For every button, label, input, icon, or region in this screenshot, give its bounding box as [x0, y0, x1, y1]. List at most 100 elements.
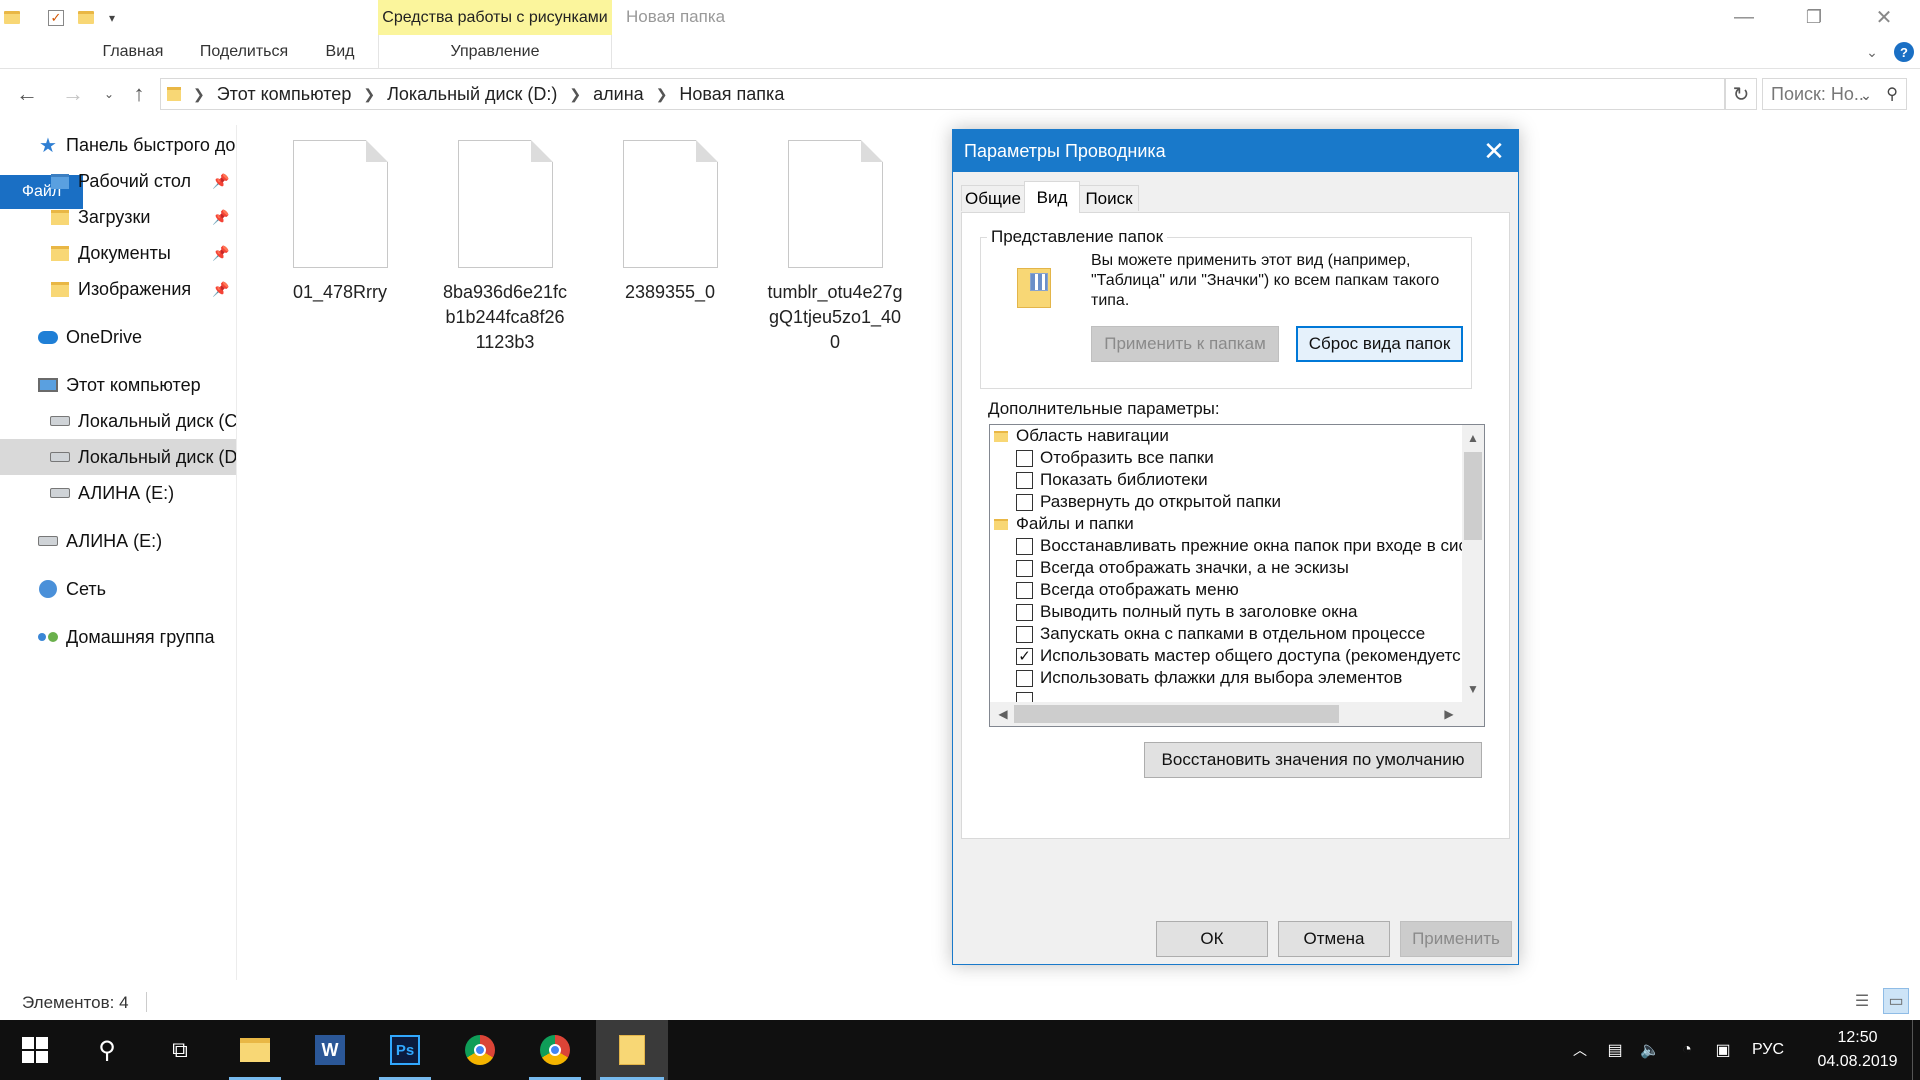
breadcrumb-drive-d[interactable]: Локальный диск (D:) [387, 84, 557, 105]
checkbox[interactable] [1016, 559, 1033, 577]
reset-folders-button[interactable]: Сброс вида папок [1296, 326, 1463, 362]
tab-manage[interactable]: Управление [378, 35, 612, 69]
refresh-button[interactable]: ↻ [1725, 78, 1757, 110]
checkbox-checked[interactable]: ✓ [1016, 647, 1033, 665]
chrome-icon[interactable] [525, 1020, 585, 1080]
restore-defaults-button[interactable]: Восстановить значения по умолчанию [1144, 742, 1482, 778]
nav-documents[interactable]: Документы 📌 [0, 235, 236, 271]
chevron-right-icon[interactable]: ❯ [193, 86, 205, 103]
setting-row[interactable]: Показать библиотеки [1016, 469, 1208, 491]
scroll-left-icon[interactable]: ◀ [992, 703, 1014, 725]
nav-desktop[interactable]: Рабочий стол 📌 [0, 163, 236, 199]
nav-onedrive[interactable]: OneDrive [0, 319, 236, 355]
nav-usb-drive[interactable]: АЛИНА (E:) [0, 475, 236, 511]
setting-row[interactable]: Отобразить все папки [1016, 447, 1214, 469]
setting-row[interactable]: Всегда отображать меню [1016, 579, 1239, 601]
cancel-button[interactable]: Отмена [1278, 921, 1390, 957]
chrome-icon[interactable] [450, 1020, 510, 1080]
advanced-settings-list[interactable]: Область навигации Отобразить все папки П… [989, 424, 1485, 727]
nav-quick-access[interactable]: ★ Панель быстрого до [0, 127, 236, 163]
scroll-thumb[interactable] [1464, 452, 1482, 540]
checkbox[interactable] [1016, 449, 1033, 467]
scroll-thumb[interactable] [1014, 705, 1339, 723]
nav-pictures[interactable]: Изображения 📌 [0, 271, 236, 307]
tab-share[interactable]: Поделиться [190, 35, 298, 69]
back-icon[interactable]: ← [14, 77, 40, 111]
scroll-up-icon[interactable]: ▲ [1462, 427, 1484, 449]
nav-this-pc[interactable]: Этот компьютер [0, 367, 236, 403]
new-folder-icon[interactable] [76, 8, 96, 28]
task-view-icon[interactable]: ⧉ [150, 1020, 210, 1080]
word-icon[interactable]: W [300, 1020, 360, 1080]
pin-icon[interactable]: 📌 [212, 209, 229, 226]
wifi-icon[interactable]: ◔ [1672, 1020, 1702, 1080]
pin-icon[interactable]: 📌 [212, 245, 229, 262]
file-item[interactable]: tumblr_otu4e27ggQ1tjeu5zo1_400 [760, 140, 910, 355]
setting-row[interactable]: ✓ Использовать мастер общего доступа (ре… [1016, 645, 1465, 667]
chevron-right-icon[interactable]: ❯ [569, 86, 581, 103]
customize-toolbar-icon[interactable]: ▾ [102, 8, 122, 28]
apply-to-folders-button[interactable]: Применить к папкам [1091, 326, 1279, 362]
minimize-button[interactable]: — [1709, 0, 1779, 35]
scroll-down-icon[interactable]: ▼ [1462, 678, 1484, 700]
breadcrumb-new-folder[interactable]: Новая папка [679, 84, 784, 105]
chevron-up-icon[interactable]: ︿ [1567, 1020, 1593, 1080]
large-icons-view-icon[interactable]: ▭ [1883, 988, 1909, 1014]
scroll-right-icon[interactable]: ▶ [1438, 703, 1460, 725]
show-desktop-button[interactable] [1912, 1020, 1913, 1080]
nav-drive-c[interactable]: Локальный диск (C: [0, 403, 236, 439]
nav-downloads[interactable]: Загрузки 📌 [0, 199, 236, 235]
nav-drive-d[interactable]: Локальный диск (D [0, 439, 236, 475]
nav-homegroup[interactable]: Домашняя группа [0, 619, 236, 655]
tab-general[interactable]: Общие [961, 185, 1025, 211]
search-input[interactable]: Поиск: Но... ⚲ [1762, 78, 1907, 110]
notification-icon[interactable]: ▣ [1708, 1020, 1738, 1080]
collapse-ribbon-icon[interactable]: ⌄ [1860, 35, 1884, 69]
checkbox[interactable] [1016, 471, 1033, 489]
recent-locations-icon[interactable]: ⌄ [96, 77, 122, 111]
file-item[interactable]: 8ba936d6e21fcb1b244fca8f261123b3 [430, 140, 580, 355]
nav-usb-drive-root[interactable]: АЛИНА (E:) [0, 523, 236, 559]
vertical-scrollbar[interactable]: ▲ ▼ [1462, 425, 1484, 702]
pin-icon[interactable]: 📌 [212, 281, 229, 298]
active-folder-options-app[interactable] [596, 1020, 668, 1080]
apply-button[interactable]: Применить [1400, 921, 1512, 957]
close-button[interactable]: ✕ [1849, 0, 1919, 35]
ok-button[interactable]: ОК [1156, 921, 1268, 957]
help-icon[interactable]: ? [1893, 35, 1915, 69]
tab-home[interactable]: Главная [90, 35, 176, 69]
details-view-icon[interactable]: ☰ [1849, 988, 1875, 1014]
properties-icon[interactable]: ✓ [46, 8, 66, 28]
forward-icon[interactable]: → [60, 77, 86, 111]
nav-network[interactable]: Сеть [0, 571, 236, 607]
setting-row[interactable]: Развернуть до открытой папки [1016, 491, 1281, 513]
battery-icon[interactable]: ▤ [1600, 1020, 1630, 1080]
chevron-right-icon[interactable]: ❯ [363, 86, 375, 103]
up-icon[interactable]: ↑ [126, 77, 152, 111]
pin-icon[interactable]: 📌 [212, 173, 229, 190]
checkbox[interactable] [1016, 669, 1033, 687]
tab-view[interactable]: Вид [312, 35, 368, 69]
photoshop-icon[interactable]: Ps [375, 1020, 435, 1080]
breadcrumb-alina[interactable]: алина [593, 84, 644, 105]
tab-search[interactable]: Поиск [1079, 185, 1139, 211]
setting-row[interactable]: Использовать флажки для выбора элементов [1016, 667, 1402, 689]
breadcrumb-this-pc[interactable]: Этот компьютер [217, 84, 352, 105]
file-explorer-icon[interactable] [225, 1020, 285, 1080]
checkbox[interactable] [1016, 537, 1033, 555]
checkbox[interactable] [1016, 625, 1033, 643]
volume-icon[interactable]: 🔈 [1635, 1020, 1665, 1080]
setting-row[interactable]: Запускать окна с папками в отдельном про… [1016, 623, 1425, 645]
checkbox[interactable] [1016, 493, 1033, 511]
start-button[interactable] [5, 1020, 65, 1080]
checkbox[interactable] [1016, 581, 1033, 599]
file-item[interactable]: 01_478Rrry [265, 140, 415, 305]
search-icon[interactable]: ⚲ [77, 1020, 137, 1080]
setting-row[interactable]: Восстанавливать прежние окна папок при в… [1016, 535, 1467, 557]
dialog-close-icon[interactable]: ✕ [1470, 130, 1518, 172]
clock[interactable]: 12:50 04.08.2019 [1810, 1026, 1905, 1074]
language-indicator[interactable]: РУС [1747, 1020, 1789, 1080]
setting-row[interactable]: Всегда отображать значки, а не эскизы [1016, 557, 1349, 579]
chevron-right-icon[interactable]: ❯ [656, 86, 668, 103]
maximize-button[interactable]: ❐ [1779, 0, 1849, 35]
